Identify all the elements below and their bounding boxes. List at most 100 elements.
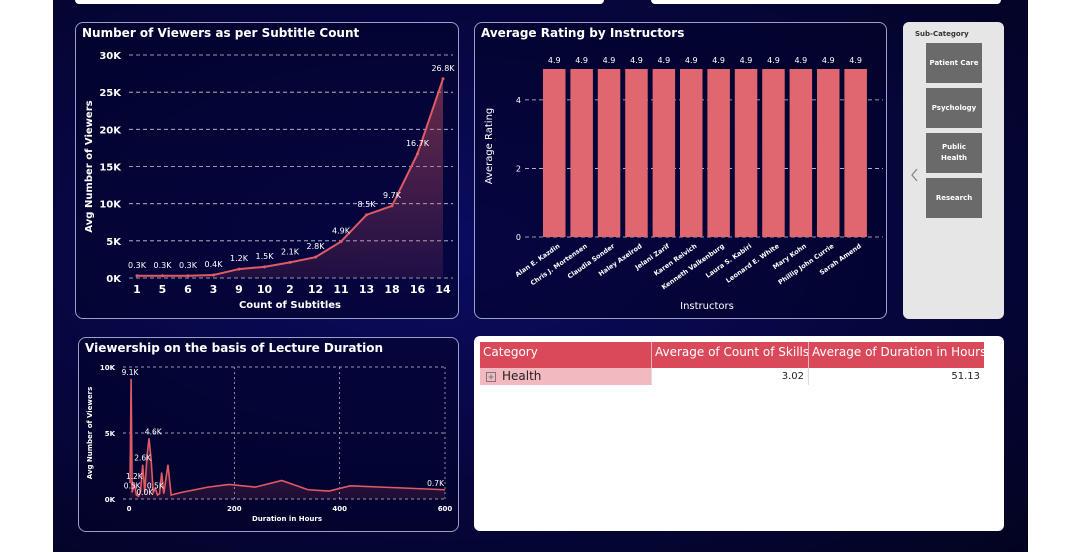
y-tick-label: 20K xyxy=(99,125,122,136)
slicer-item-psychology[interactable]: Psychology xyxy=(926,88,982,128)
data-label: 2.1K xyxy=(281,247,300,256)
y-tick-label: 4 xyxy=(516,96,521,105)
data-label: 4.9 xyxy=(849,56,862,65)
x-axis-title: Duration in Hours xyxy=(252,515,322,523)
bar xyxy=(817,69,840,237)
category-table: Category Average of Count of Skills Aver… xyxy=(474,336,1004,531)
slicer-item-public-health[interactable]: Public Health xyxy=(926,133,982,173)
data-point xyxy=(212,273,215,277)
data-label: 8.5K xyxy=(358,200,377,209)
category-cell: Health xyxy=(502,369,542,383)
bar xyxy=(762,69,785,237)
data-label: 4.9 xyxy=(740,56,753,65)
x-tick-label: 12 xyxy=(308,283,323,296)
y-tick-label: 10K xyxy=(100,364,116,372)
y-tick-label: 5K xyxy=(106,237,122,248)
area-fill xyxy=(130,378,445,499)
x-tick-label: 2 xyxy=(286,283,294,296)
slicer-item-label: Research xyxy=(935,193,973,202)
data-label: 0.0K xyxy=(136,488,154,497)
x-tick-label: 14 xyxy=(435,283,451,296)
bar xyxy=(844,69,867,237)
subtitle-viewers-panel[interactable]: Number of Viewers as per Subtitle Count … xyxy=(75,22,459,319)
data-label: 4.9 xyxy=(685,56,698,65)
bar xyxy=(625,69,648,237)
data-point xyxy=(314,255,317,259)
x-tick-label: 5 xyxy=(159,283,167,296)
bar xyxy=(789,69,813,237)
x-tick-label: Claudia Sonder xyxy=(566,242,617,281)
data-point xyxy=(237,267,241,271)
top-card-left xyxy=(75,0,604,4)
y-axis-title: Avg Number of Viewers xyxy=(84,100,95,232)
x-tick-label: 18 xyxy=(384,283,399,296)
data-label: 0.7K xyxy=(427,479,445,488)
data-label: 0.3K xyxy=(154,261,173,270)
y-axis-title: Avg Number of Viewers xyxy=(86,387,94,480)
plus-box-icon[interactable] xyxy=(486,371,496,382)
top-card-right xyxy=(651,0,1001,4)
data-label: 4.9 xyxy=(794,56,807,65)
data-label: 0.3K xyxy=(179,261,198,270)
slicer-item-label: Public Health xyxy=(940,143,968,162)
data-label: 1.2K xyxy=(230,254,249,263)
data-label: 4.9 xyxy=(575,56,588,65)
data-label: 2.8K xyxy=(307,242,326,251)
bar xyxy=(680,69,703,237)
data-label: 0.3K xyxy=(128,261,147,270)
table-row[interactable]: Health xyxy=(480,368,651,385)
y-tick-label: 0 xyxy=(516,233,521,242)
slicer-item-patient-care[interactable]: Patient Care xyxy=(926,43,982,83)
data-point xyxy=(390,204,394,208)
bar xyxy=(734,69,758,237)
y-tick-label: 30K xyxy=(99,51,122,62)
y-axis-title: Average Rating xyxy=(484,108,495,184)
x-tick-label: 1 xyxy=(133,283,141,296)
data-point xyxy=(263,265,266,269)
chevron-left-icon[interactable] xyxy=(910,167,919,183)
data-point xyxy=(416,152,419,156)
data-point xyxy=(339,240,343,244)
data-label: 16.7K xyxy=(406,139,430,148)
duration-viewers-chart: 0K5K10K0 200 400 6009.1K4.6K2.6K1.2K0.5K 0.5… xyxy=(86,364,452,523)
data-label: 1.5K xyxy=(256,252,275,261)
data-point xyxy=(441,77,445,81)
data-label: 26.8K xyxy=(431,64,455,73)
data-label: 9.1K xyxy=(122,368,140,377)
x-tick-label: 9 xyxy=(235,283,243,296)
data-label: 4.9 xyxy=(603,56,616,65)
slicer-item-research[interactable]: Research xyxy=(926,178,982,218)
slicer-item-label: Patient Care xyxy=(929,58,979,67)
duration-viewers-panel[interactable]: Viewership on the basis of Lecture Durat… xyxy=(78,337,459,532)
x-tick-label: Alan E. Kazdin xyxy=(514,242,562,279)
y-tick-label: 0K xyxy=(105,496,116,504)
data-label: 0.4K xyxy=(205,260,224,269)
data-point xyxy=(365,213,368,217)
data-point xyxy=(186,274,190,278)
data-point xyxy=(135,274,139,278)
data-label: 4.9 xyxy=(822,56,835,65)
y-tick-label: 2 xyxy=(516,164,521,173)
subtitle-viewers-chart: 0K 5K 10K 15K 20K 25K 30K 0.3K 1 0.3K 5 0.3K 6 0.4K 3 1… xyxy=(84,51,455,311)
x-tick-label: 13 xyxy=(359,283,374,296)
data-label: 4.9K xyxy=(332,227,351,236)
data-label: 4.9 xyxy=(767,56,780,65)
duration-cell: 51.13 xyxy=(808,368,984,385)
instructor-rating-panel[interactable]: Average Rating by Instructors 0 2 4 4.9 Alan… xyxy=(474,22,887,319)
x-tick-label: 200 xyxy=(227,505,242,513)
table-header-duration[interactable]: Average of Duration in Hours xyxy=(808,342,986,368)
x-tick-label: 16 xyxy=(410,283,426,296)
y-tick-label: 5K xyxy=(105,430,116,438)
bar xyxy=(543,69,566,237)
table-header-category[interactable]: Category xyxy=(480,342,651,368)
y-tick-label: 25K xyxy=(99,88,122,99)
slicer-title: Sub-Category xyxy=(915,30,969,38)
slicer-item-label: Psychology xyxy=(931,103,977,112)
table-header-skills[interactable]: Average of Count of Skills xyxy=(651,342,809,368)
y-tick-label: 10K xyxy=(99,200,122,211)
data-label: 4.9 xyxy=(657,56,670,65)
x-axis-title: Instructors xyxy=(680,301,734,312)
skills-cell: 3.02 xyxy=(651,368,808,385)
x-tick-label: 400 xyxy=(332,505,347,513)
sub-category-slicer: Sub-Category Patient Care Psychology Pub… xyxy=(903,22,1004,319)
